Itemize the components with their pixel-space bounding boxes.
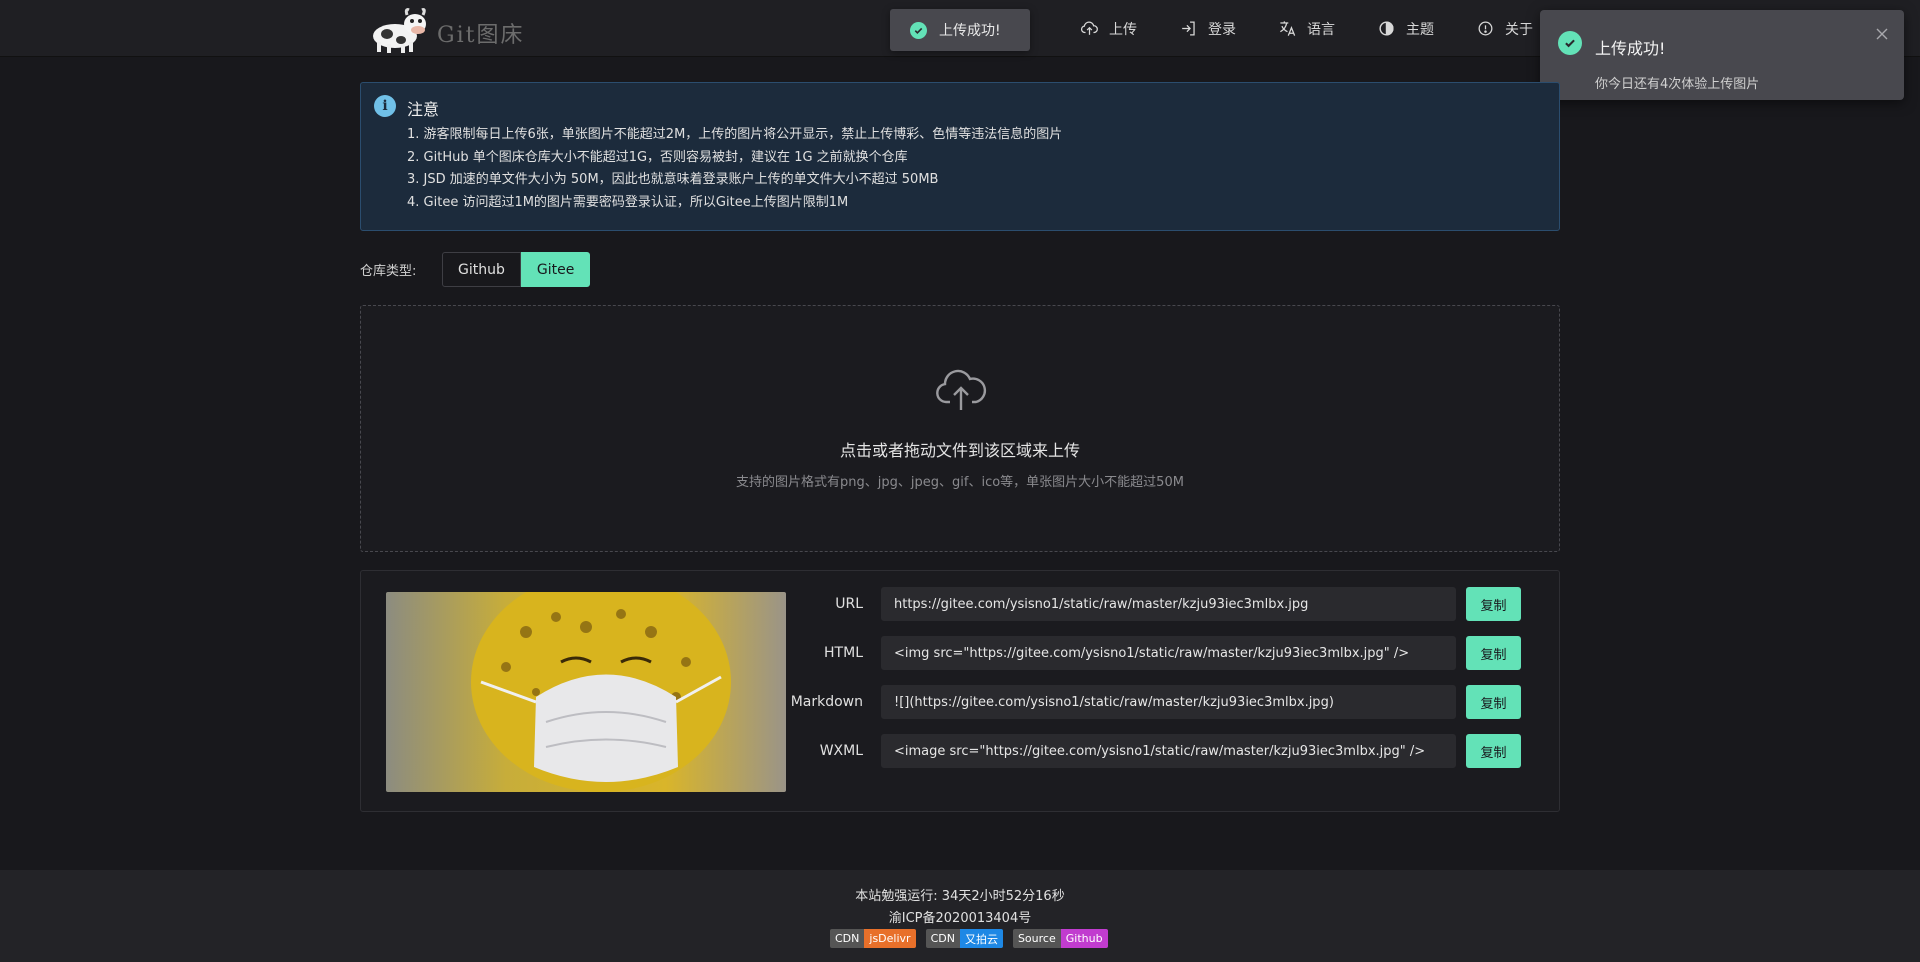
notification-body: 你今日还有4次体验上传图片 — [1595, 77, 1760, 92]
icp-link[interactable]: 渝ICP备2020013404号 — [0, 907, 1920, 926]
toast-message: 上传成功! — [939, 23, 1001, 39]
html-row: HTML 复制 — [771, 636, 1541, 670]
page-footer: 本站勉强运行: 34天2小时52分16秒 渝ICP备2020013404号 CD… — [0, 870, 1920, 962]
html-field[interactable] — [881, 636, 1456, 670]
notice-item: 3. JSD 加速的单文件大小为 50M，因此也就意味着登录账户上传的单文件大小… — [407, 172, 939, 187]
badge-value: Github — [1060, 929, 1108, 948]
notice-item: 1. 游客限制每日上传6张，单张图片不能超过2M，上传的图片将公开显示，禁止上传… — [407, 127, 1063, 142]
badge-value: jsDelivr — [864, 929, 916, 948]
badge-key: Source — [1012, 929, 1061, 948]
notice-alert: i 注意 1. 游客限制每日上传6张，单张图片不能超过2M，上传的图片将公开显示… — [360, 82, 1560, 231]
site-logo[interactable]: Git图床 — [365, 4, 535, 54]
nav-login-label: 登录 — [1208, 21, 1236, 38]
notice-item: 4. Gitee 访问超过1M的图片需要密码登录认证，所以Gitee上传图片限制… — [407, 194, 849, 210]
badge-value: 又拍云 — [959, 929, 1003, 948]
badge-key: CDN — [830, 929, 865, 948]
notice-item: 2. GitHub 单个图床仓库大小不能超过1G，否则容易被封，建议在 1G 之… — [407, 149, 908, 165]
html-label: HTML — [824, 645, 863, 661]
footer-badges: CDN jsDelivr CDN 又拍云 Source Github — [830, 929, 1118, 948]
notice-list: 1. 游客限制每日上传6张，单张图片不能超过2M，上传的图片将公开显示，禁止上传… — [407, 124, 1062, 214]
nav-upload[interactable]: 上传 — [1080, 19, 1137, 39]
upload-result-card: URL 复制 HTML 复制 Markdown 复制 WXML 复制 — [360, 570, 1560, 812]
nav-login[interactable]: 登录 — [1179, 19, 1236, 39]
notice-title: 注意 — [407, 100, 440, 119]
nav-about[interactable]: 关于 — [1476, 19, 1533, 39]
nav-theme[interactable]: 主题 — [1377, 19, 1434, 39]
check-circle-icon — [1558, 31, 1582, 55]
repo-type-label: 仓库类型: — [360, 264, 417, 279]
logo-text: Git图床 — [437, 23, 525, 48]
repo-type-selector: Github Gitee — [442, 252, 591, 287]
wxml-field[interactable] — [881, 734, 1456, 768]
login-icon — [1182, 21, 1195, 36]
url-row: URL 复制 — [771, 587, 1541, 621]
cow-logo-icon — [373, 8, 426, 53]
copy-markdown-button[interactable]: 复制 — [1466, 685, 1521, 719]
wxml-label: WXML — [819, 743, 863, 759]
dropzone-sub-text: 支持的图片格式有png、jpg、jpeg、gif、ico等，单张图片大小不能超过… — [736, 475, 1184, 490]
translate-icon — [1280, 21, 1296, 36]
success-toast: 上传成功! — [890, 9, 1030, 51]
cloud-upload-icon — [1080, 21, 1098, 35]
close-icon[interactable] — [1872, 24, 1892, 44]
repo-option-gitee[interactable]: Gitee — [520, 252, 591, 287]
url-label: URL — [835, 596, 863, 612]
info-icon — [1478, 21, 1493, 36]
markdown-row: Markdown 复制 — [771, 685, 1541, 719]
wxml-row: WXML 复制 — [771, 734, 1541, 768]
info-circle-icon: i — [374, 95, 396, 117]
nav-upload-label: 上传 — [1109, 21, 1137, 38]
upload-dropzone[interactable]: 点击或者拖动文件到该区域来上传 支持的图片格式有png、jpg、jpeg、gif… — [360, 305, 1560, 552]
badge-source-github[interactable]: Source Github — [1012, 929, 1108, 948]
nav-language[interactable]: 语言 — [1278, 19, 1335, 39]
copy-html-button[interactable]: 复制 — [1466, 636, 1521, 670]
nav-about-label: 关于 — [1505, 21, 1533, 38]
top-nav: 上传 登录 语言 主题 关于 — [1080, 0, 1575, 57]
badge-key: CDN — [925, 929, 960, 948]
dropzone-main-text: 点击或者拖动文件到该区域来上传 — [839, 441, 1080, 460]
success-notification: 上传成功! 你今日还有4次体验上传图片 — [1540, 10, 1904, 100]
markdown-field[interactable] — [881, 685, 1456, 719]
badge-cdn-jsdelivr[interactable]: CDN jsDelivr — [830, 929, 916, 948]
repo-option-github[interactable]: Github — [442, 252, 521, 287]
nav-language-label: 语言 — [1307, 21, 1335, 38]
badge-cdn-upyun[interactable]: CDN 又拍云 — [925, 929, 1003, 948]
cloud-upload-icon — [936, 369, 987, 410]
copy-wxml-button[interactable]: 复制 — [1466, 734, 1521, 768]
copy-url-button[interactable]: 复制 — [1466, 587, 1521, 621]
notification-title: 上传成功! — [1595, 39, 1666, 58]
url-field[interactable] — [881, 587, 1456, 621]
contrast-icon — [1379, 21, 1394, 36]
nav-theme-label: 主题 — [1406, 21, 1434, 38]
markdown-label: Markdown — [790, 694, 863, 710]
runtime-text: 本站勉强运行: 34天2小时52分16秒 — [855, 889, 1065, 904]
check-circle-icon — [910, 21, 927, 39]
uploaded-image-preview[interactable] — [386, 592, 786, 792]
